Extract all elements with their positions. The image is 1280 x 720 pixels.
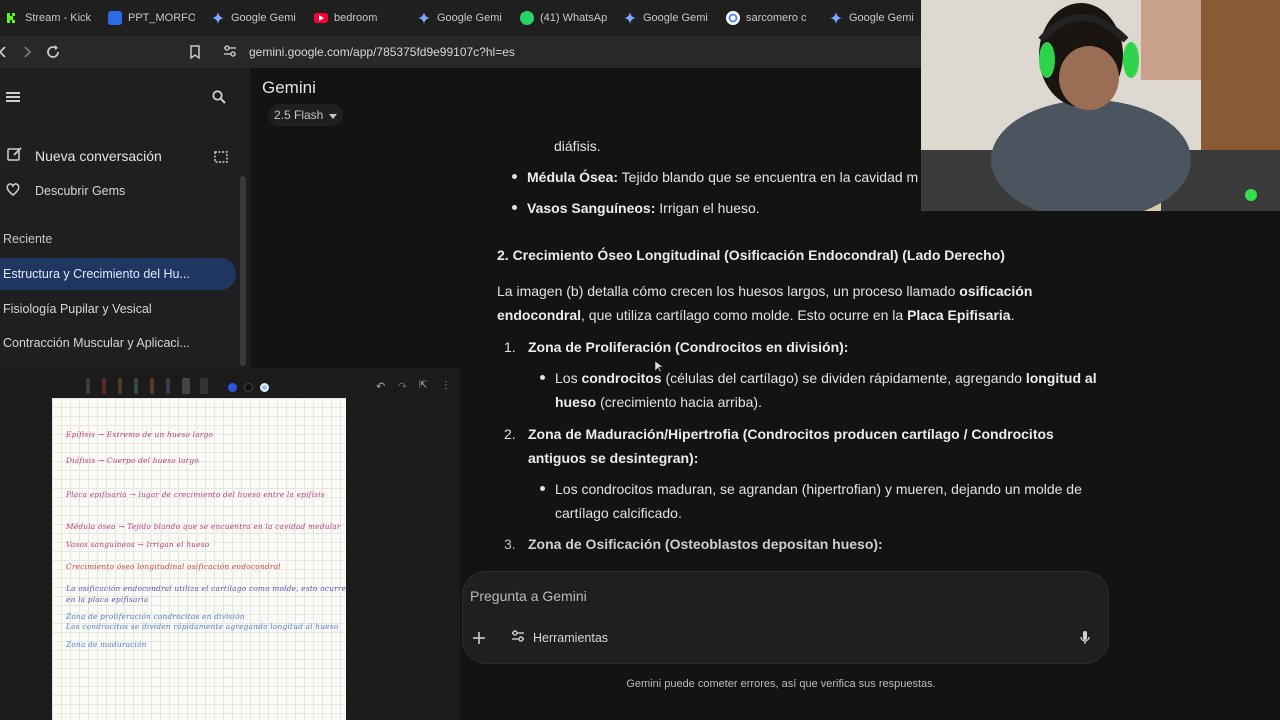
mouse-cursor-icon (654, 360, 664, 378)
bold-text: osificación (959, 283, 1033, 299)
body-text: . (1010, 307, 1015, 323)
bold-text: Zona de Maduración/Hipertrofia (Condroci… (528, 426, 1054, 442)
list-heading: Zona de Proliferación (Condrocitos en di… (528, 335, 848, 359)
list-number: 2. (504, 426, 516, 442)
tools-label: Herramientas (533, 630, 609, 645)
screen: Stream - KickPPT_MORFOLGoogle Gemibedroo… (0, 0, 1280, 720)
bold-text: antiguos se desintegran): (528, 450, 699, 466)
prompt-box: Herramientas (462, 571, 1109, 664)
tools-icon (511, 630, 525, 645)
bullet-icon (540, 486, 545, 491)
response-text: hueso (crecimiento hacia arriba). (555, 390, 762, 414)
body-text: La imagen (b) detalla cómo crecen los hu… (497, 283, 960, 299)
response-text: Los condrocitos maduran, se agrandan (hi… (555, 481, 1082, 497)
body-text: Los (555, 370, 582, 386)
bold-text: Zona de Osificación (Osteoblastos deposi… (528, 536, 883, 552)
response-text: Médula Ósea: Tejido blando que se encuen… (527, 165, 918, 189)
bold-text: Médula Ósea: (527, 169, 619, 185)
body-text: Irrigan el hueso. (655, 200, 760, 216)
heading-text: 2. Crecimiento Óseo Longitudinal (Osific… (497, 247, 1005, 263)
body-text: Tejido blando que se encuentra en la cav… (618, 169, 919, 185)
bold-text: Vasos Sanguíneos: (527, 200, 656, 216)
list-number: 1. (504, 339, 516, 355)
webcam-feed (921, 0, 1280, 211)
bold-text: endocondral (497, 307, 582, 323)
body-text: , que utiliza cartílago como molde. Esto… (581, 307, 908, 323)
tools-button[interactable]: Herramientas (511, 630, 608, 645)
microphone-icon[interactable] (1080, 631, 1090, 650)
webcam-image (921, 0, 1280, 211)
list-heading: Zona de Maduración/Hipertrofia (Condroci… (528, 422, 1054, 446)
disclaimer-text: Gemini puede cometer errores, así que ve… (626, 678, 936, 690)
list-heading: antiguos se desintegran): (528, 446, 698, 470)
bullet-icon (512, 174, 517, 179)
bold-text: hueso (555, 394, 597, 410)
section-heading: 2. Crecimiento Óseo Longitudinal (Osific… (497, 243, 1005, 267)
response-text: cartílago calcificado. (555, 505, 682, 521)
response-text: La imagen (b) detalla cómo crecen los hu… (497, 279, 1032, 303)
prompt-input[interactable] (470, 586, 870, 606)
response-text: endocondral, que utiliza cartílago como … (497, 303, 1014, 327)
body-text: (células del cartílago) se dividen rápid… (661, 370, 1026, 386)
bold-text: Zona de Proliferación (Condrocitos en di… (528, 339, 849, 355)
list-heading: Zona de Osificación (Osteoblastos deposi… (528, 532, 883, 556)
body-text: (crecimiento hacia arriba). (596, 394, 762, 410)
bullet-icon (540, 375, 545, 380)
response-text: Vasos Sanguíneos: Irrigan el hueso. (527, 196, 760, 220)
response-text: diáfisis. (554, 138, 601, 154)
bold-text: longitud al (1025, 370, 1097, 386)
bold-text: condrocitos (581, 370, 662, 386)
list-number: 3. (504, 536, 516, 552)
bullet-icon (512, 205, 517, 210)
response-text: Los condrocitos (células del cartílago) … (555, 366, 1097, 390)
add-icon[interactable] (472, 631, 486, 650)
bold-text: Placa Epifisaria (907, 307, 1011, 323)
